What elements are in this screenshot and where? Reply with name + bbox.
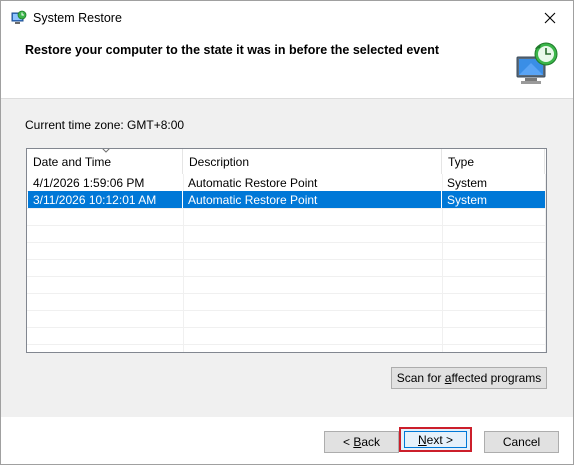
back-button[interactable]: < Back: [324, 431, 399, 453]
title-bar: System Restore: [1, 1, 573, 36]
scan-label-mnemonic: a: [444, 371, 452, 385]
wizard-content: Current time zone: GMT+8:00 Date and Tim…: [1, 98, 573, 453]
grid-divider: [27, 293, 546, 294]
timezone-label: Current time zone: GMT+8:00: [25, 118, 185, 132]
row-date: 4/1/2026 1:59:06 PM: [33, 176, 145, 190]
column-description-label: Description: [189, 155, 250, 169]
row-date: 3/11/2026 10:12:01 AM: [28, 191, 183, 208]
scan-label-prefix: Scan for: [396, 371, 445, 385]
restore-points-list[interactable]: Date and Time Description Type 4/1/2026 …: [26, 148, 547, 353]
close-button[interactable]: [527, 1, 573, 35]
grid-divider: [27, 225, 546, 226]
column-description[interactable]: Description: [183, 149, 442, 174]
grid-divider: [27, 327, 546, 328]
window-title: System Restore: [33, 11, 122, 25]
column-type[interactable]: Type: [442, 149, 545, 174]
next-label-mnemonic: N: [417, 432, 427, 447]
row-type: System: [447, 193, 488, 207]
restore-computer-icon: [516, 42, 558, 84]
column-type-label: Type: [448, 155, 475, 169]
cancel-button[interactable]: Cancel: [484, 431, 559, 453]
column-date-time-label: Date and Time: [33, 155, 112, 169]
back-label-prefix: <: [342, 435, 354, 449]
next-button[interactable]: Next >: [399, 427, 472, 452]
system-restore-icon: [11, 10, 27, 24]
grid-divider: [27, 242, 546, 243]
row-description: Automatic Restore Point: [188, 176, 318, 190]
row-type: System: [447, 176, 488, 190]
grid-divider: [27, 310, 546, 311]
close-icon: [544, 12, 556, 24]
grid-divider: [27, 276, 546, 277]
next-focus-rect: Next >: [404, 431, 467, 448]
list-header: Date and Time Description Type: [27, 149, 546, 174]
grid-divider: [27, 208, 546, 209]
grid-divider: [27, 344, 546, 345]
table-row[interactable]: 4/1/2026 1:59:06 PM Automatic Restore Po…: [28, 174, 545, 191]
cancel-label: Cancel: [502, 435, 541, 449]
system-restore-window: System Restore Restore your computer to …: [0, 0, 574, 465]
header-instruction: Restore your computer to the state it wa…: [25, 43, 439, 57]
back-label-mnemonic: B: [353, 435, 362, 449]
row-description: Automatic Restore Point: [183, 191, 442, 208]
table-row-selected[interactable]: 3/11/2026 10:12:01 AM Automatic Restore …: [28, 191, 545, 208]
wizard-header: Restore your computer to the state it wa…: [1, 36, 573, 98]
scan-label-suffix: ffected programs: [451, 371, 542, 385]
column-date-time[interactable]: Date and Time: [27, 149, 183, 174]
sort-descending-icon: [102, 149, 110, 153]
next-label-suffix: ext >: [426, 432, 454, 447]
grid-divider: [27, 259, 546, 260]
back-label-suffix: ack: [361, 435, 381, 449]
scan-affected-programs-button[interactable]: Scan for a ffected programs: [391, 367, 547, 389]
